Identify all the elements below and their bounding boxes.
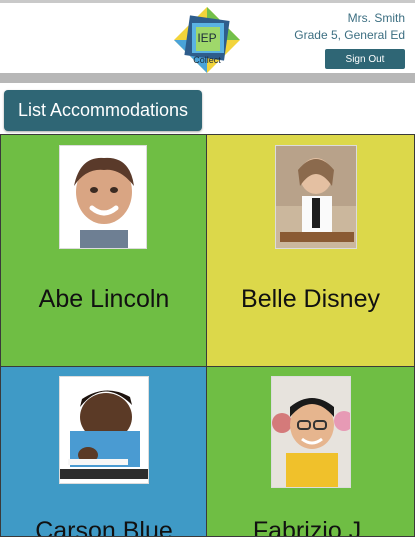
student-name: Fabrizio J. bbox=[252, 517, 369, 537]
teacher-name: Mrs. Smith bbox=[347, 11, 405, 25]
student-photo-image bbox=[60, 146, 146, 248]
student-tile-fabrizio[interactable]: Fabrizio J. bbox=[206, 366, 415, 537]
student-photo bbox=[59, 376, 149, 484]
iep-collect-logo: IEP Collect bbox=[174, 7, 240, 73]
student-photo-image bbox=[276, 146, 356, 248]
student-photo bbox=[275, 145, 357, 249]
student-photo bbox=[271, 376, 351, 488]
logo-text-iep: IEP bbox=[197, 31, 216, 45]
student-tile-abe-lincoln[interactable]: Abe Lincoln bbox=[0, 134, 208, 368]
student-photo bbox=[59, 145, 147, 249]
student-grid: Abe Lincoln Belle Disney Carson Blue Fab… bbox=[0, 134, 415, 537]
app-header: IEP Collect Mrs. Smith Grade 5, General … bbox=[0, 3, 415, 73]
student-photo-image bbox=[60, 377, 148, 483]
student-name: Belle Disney bbox=[241, 285, 380, 313]
sign-out-button[interactable]: Sign Out bbox=[325, 49, 405, 69]
student-tile-carson-blue[interactable]: Carson Blue bbox=[0, 366, 208, 537]
student-photo-image bbox=[272, 377, 350, 487]
logo-text-collect: Collect bbox=[193, 55, 221, 65]
header-divider bbox=[0, 73, 415, 83]
teacher-class: Grade 5, General Ed bbox=[294, 28, 405, 42]
student-name: Abe Lincoln bbox=[38, 285, 170, 313]
list-accommodations-button[interactable]: List Accommodations bbox=[4, 90, 202, 131]
student-name: Carson Blue bbox=[35, 517, 173, 537]
student-tile-belle-disney[interactable]: Belle Disney bbox=[206, 134, 415, 368]
